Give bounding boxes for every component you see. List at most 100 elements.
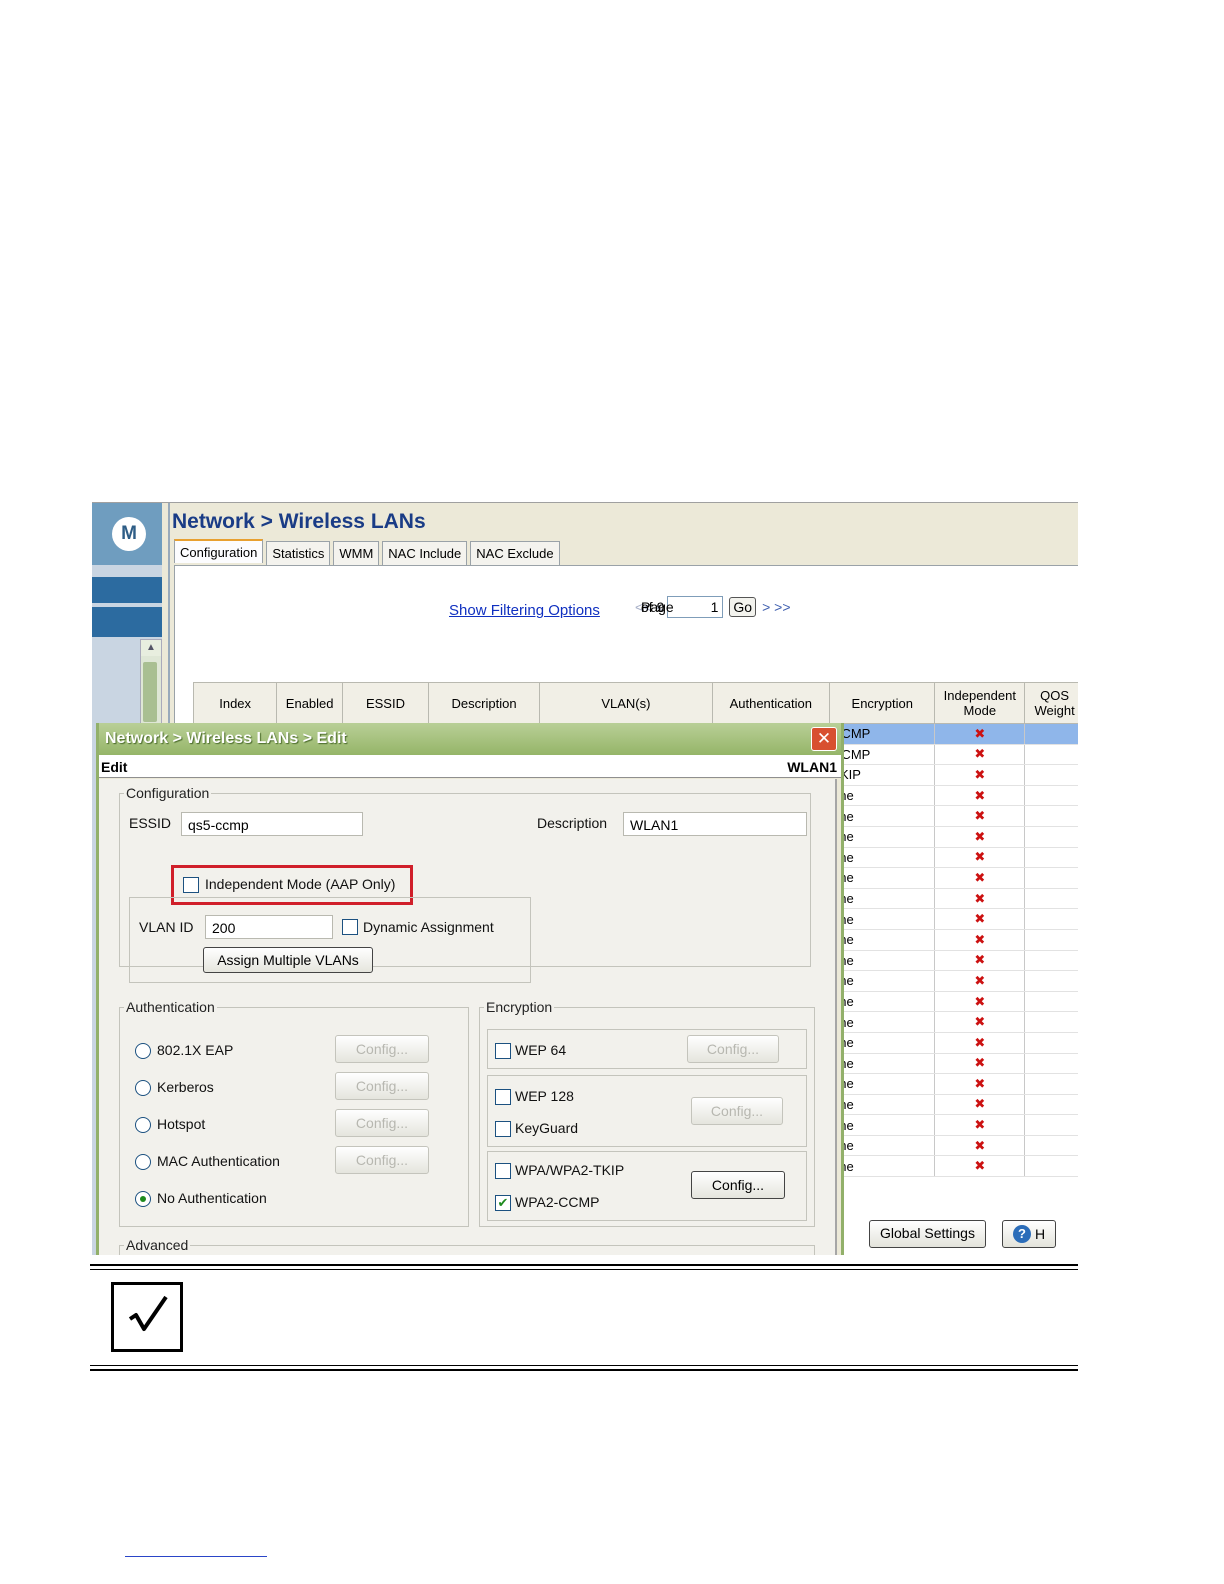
global-settings-button[interactable]: Global Settings [869, 1220, 986, 1248]
independent-mode-checkbox[interactable] [183, 877, 199, 893]
auth-radio-kerberos[interactable] [135, 1080, 151, 1096]
encryption-cell: TKIP [829, 764, 936, 786]
qos-cell [1024, 764, 1078, 786]
rule [90, 1264, 1078, 1266]
configuration-legend: Configuration [126, 785, 210, 801]
qos-cell [1024, 826, 1078, 848]
dialog-titlebar[interactable]: Network > Wireless LANs > Edit ✕ [99, 723, 841, 755]
column-header[interactable]: ESSID [342, 682, 429, 724]
tab-statistics[interactable]: Statistics [266, 541, 331, 565]
independent-mode-x-icon: ✖ [934, 908, 1026, 930]
auth-config-button[interactable]: Config... [335, 1072, 429, 1100]
go-button[interactable]: Go [729, 597, 757, 617]
independent-mode-x-icon: ✖ [934, 867, 1026, 889]
keyguard-checkbox[interactable] [495, 1121, 511, 1137]
footer-link-underline[interactable] [125, 1556, 267, 1557]
tab-bar: Configuration Statistics WMM NAC Include NAC… [174, 539, 563, 565]
column-header[interactable]: Authentication [711, 682, 831, 724]
vlan-id-input[interactable]: 200 [205, 915, 333, 939]
column-header[interactable]: Index [192, 682, 278, 724]
qos-cell [1024, 867, 1078, 889]
tab-nac-include[interactable]: NAC Include [382, 541, 468, 565]
encryption-cell: one [829, 950, 936, 972]
check-icon [111, 1282, 183, 1352]
encryption-cell: one [829, 826, 936, 848]
auth-radio-no-authentication[interactable] [135, 1191, 151, 1207]
advanced-group: Advanced [119, 1237, 815, 1255]
wpa2-ccmp-label: WPA2-CCMP [515, 1194, 600, 1210]
qos-cell [1024, 744, 1078, 766]
tab-wmm[interactable]: WMM [333, 541, 380, 565]
page-number-input[interactable]: 1 [667, 596, 724, 618]
encryption-cell: one [829, 929, 936, 951]
column-header[interactable]: Enabled [276, 682, 344, 724]
auth-config-button[interactable]: Config... [335, 1146, 429, 1174]
wep128-label: WEP 128 [515, 1088, 574, 1104]
encryption-cell: one [829, 1053, 936, 1075]
help-button[interactable]: ? H [1001, 1220, 1057, 1248]
auth-option-label: Kerberos [157, 1079, 214, 1095]
close-icon[interactable]: ✕ [811, 727, 837, 751]
vlan-id-label: VLAN ID [139, 919, 194, 935]
column-header[interactable]: Description [427, 682, 541, 724]
independent-mode-x-icon: ✖ [934, 1094, 1026, 1116]
description-input[interactable]: WLAN1 [623, 812, 807, 836]
auth-option-label: No Authentication [157, 1190, 267, 1206]
dialog-body: Configuration ESSID qs5-ccmp Description… [99, 779, 837, 1255]
qos-cell [1024, 785, 1078, 807]
nav-scrollbar[interactable]: ▲ [140, 639, 162, 731]
independent-mode-x-icon: ✖ [934, 1155, 1026, 1178]
wep128-checkbox[interactable] [495, 1089, 511, 1105]
bottom-buttons: Global Settings ? H [869, 1220, 1057, 1248]
wep64-label: WEP 64 [515, 1042, 567, 1058]
wep64-checkbox[interactable] [495, 1043, 511, 1059]
encryption-cell: CCMP [829, 744, 936, 766]
auth-config-button[interactable]: Config... [335, 1109, 429, 1137]
assign-multiple-vlans-button[interactable]: Assign Multiple VLANs [203, 947, 373, 973]
tab-configuration[interactable]: Configuration [174, 539, 264, 563]
wep128-config-button[interactable]: Config... [691, 1097, 783, 1125]
qos-cell [1024, 970, 1078, 992]
wpa2-ccmp-checkbox[interactable]: ✔ [495, 1195, 511, 1211]
qos-cell [1024, 805, 1078, 827]
next-page-button[interactable]: > >> [762, 599, 790, 615]
wpa-tkip-checkbox[interactable] [495, 1163, 511, 1179]
essid-input[interactable]: qs5-ccmp [181, 812, 363, 836]
nav-band[interactable] [92, 607, 162, 637]
auth-option-label: Hotspot [157, 1116, 206, 1132]
dialog-header: Edit WLAN1 [99, 755, 841, 778]
scroll-up-icon[interactable]: ▲ [141, 640, 161, 656]
nav-band[interactable] [92, 577, 162, 603]
logo-icon: M [112, 517, 146, 551]
tab-nac-exclude[interactable]: NAC Exclude [470, 541, 560, 565]
wep64-config-button[interactable]: Config... [687, 1035, 779, 1063]
column-header[interactable]: VLAN(s) [539, 682, 713, 724]
qos-cell [1024, 950, 1078, 972]
encryption-cell: CCMP [829, 723, 936, 745]
auth-radio-802-1x-eap[interactable] [135, 1043, 151, 1059]
authentication-legend: Authentication [126, 999, 215, 1015]
encryption-cell: one [829, 1155, 936, 1178]
dynamic-assignment-checkbox[interactable] [342, 919, 358, 935]
qos-cell [1024, 1094, 1078, 1116]
encryption-cell: one [829, 1032, 936, 1054]
qos-cell [1024, 723, 1078, 745]
encryption-legend: Encryption [486, 999, 553, 1015]
auth-config-button[interactable]: Config... [335, 1035, 429, 1063]
auth-radio-hotspot[interactable] [135, 1117, 151, 1133]
auth-radio-mac-authentication[interactable] [135, 1154, 151, 1170]
rule [90, 1365, 1078, 1366]
column-header[interactable]: QOS Weight [1024, 682, 1078, 724]
scroll-thumb[interactable] [143, 662, 157, 722]
independent-mode-x-icon: ✖ [934, 1053, 1026, 1075]
independent-mode-x-icon: ✖ [934, 805, 1026, 827]
page-count: of 9 [641, 599, 665, 615]
independent-mode-x-icon: ✖ [934, 950, 1026, 972]
independent-mode-x-icon: ✖ [934, 785, 1026, 807]
show-filtering-options-link[interactable]: Show Filtering Options [449, 602, 600, 619]
independent-mode-x-icon: ✖ [934, 764, 1026, 786]
column-header[interactable]: Encryption [829, 682, 936, 724]
column-header[interactable]: Independent Mode [934, 682, 1026, 724]
independent-mode-x-icon: ✖ [934, 1114, 1026, 1136]
wpa-config-button[interactable]: Config... [691, 1171, 785, 1199]
